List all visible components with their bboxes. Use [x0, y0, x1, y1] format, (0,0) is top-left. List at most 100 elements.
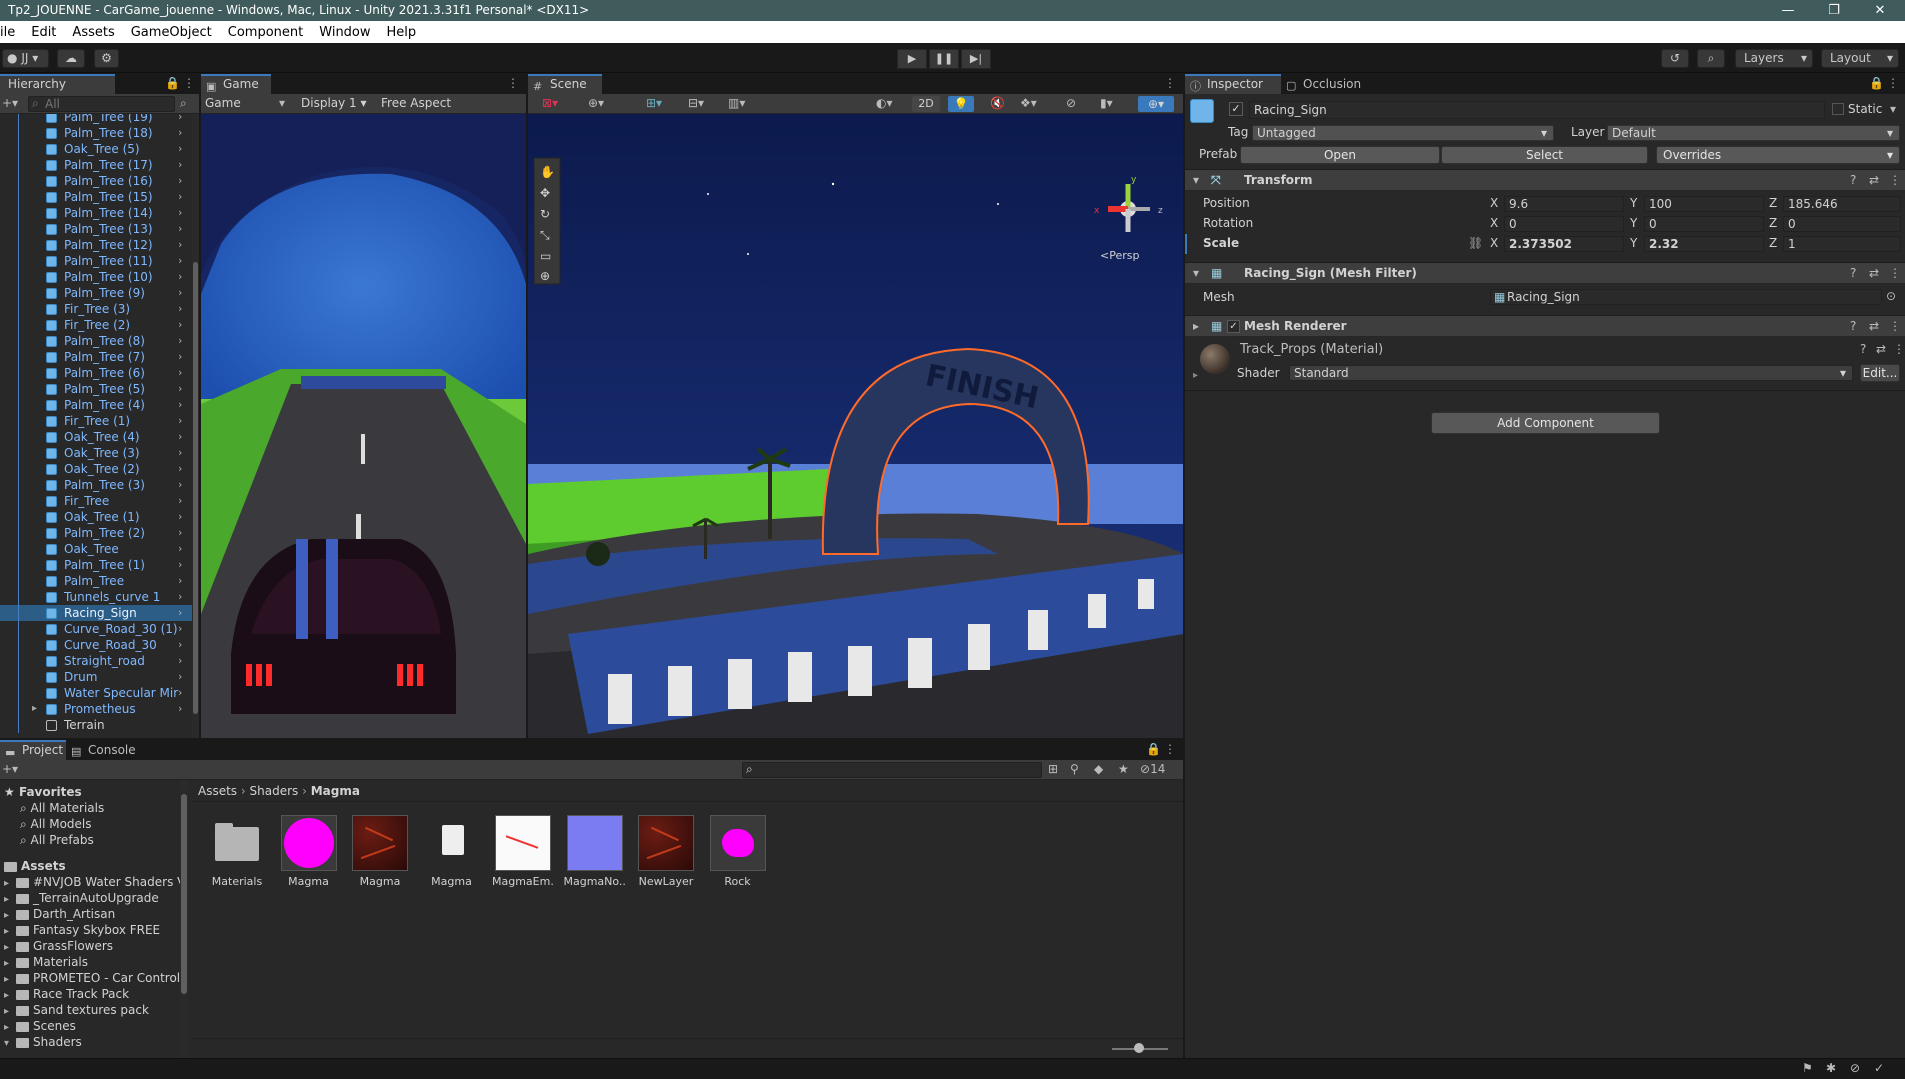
position-z-field[interactable]: 185.646 — [1783, 196, 1901, 212]
asset-item[interactable]: MagmaEm... — [492, 815, 554, 888]
foldout-icon[interactable]: ▾ — [1193, 170, 1199, 191]
display-dropdown[interactable]: Display 1 ▾ — [301, 96, 367, 110]
mesh-renderer-enabled-checkbox[interactable]: ✓ — [1227, 320, 1240, 333]
foldout-icon[interactable]: ▸ — [1193, 370, 1198, 381]
persp-label[interactable]: <Persp — [1100, 249, 1139, 262]
hierarchy-item[interactable]: Racing_Sign › — [0, 605, 192, 621]
chevron-right-icon[interactable]: › — [178, 413, 182, 429]
chevron-right-icon[interactable]: › — [178, 125, 182, 141]
add-icon[interactable]: +▾ — [2, 96, 18, 110]
favorite-all-materials[interactable]: ⌕ All Materials — [20, 800, 104, 816]
lock-icon[interactable]: 🔒 — [165, 76, 180, 90]
camera-icon[interactable]: ▮▾ — [1100, 96, 1113, 110]
chevron-down-icon[interactable]: ▾ — [1890, 102, 1896, 116]
asset-item[interactable]: Magma — [278, 815, 340, 888]
position-x-field[interactable]: 9.6 — [1504, 196, 1624, 212]
asset-item[interactable]: MagmaNo... — [564, 815, 626, 888]
add-icon[interactable]: +▾ — [2, 762, 18, 776]
network-icon[interactable]: ⊘ — [1850, 1061, 1860, 1075]
tab-game[interactable]: ▣ Game — [201, 74, 271, 94]
menu-component[interactable]: Component — [220, 25, 311, 40]
project-folder[interactable]: ▸ GrassFlowers — [4, 938, 113, 954]
breadcrumb-shaders[interactable]: Shaders — [250, 784, 299, 798]
more-icon[interactable]: ⋮ — [1889, 170, 1901, 191]
hierarchy-item[interactable]: Curve_Road_30 (1) › — [0, 621, 192, 637]
preset-icon[interactable]: ⇄ — [1869, 170, 1879, 191]
toggle-2d-button[interactable]: 2D — [912, 96, 940, 112]
help-icon[interactable]: ? — [1850, 170, 1856, 191]
rotation-x-field[interactable]: 0 — [1504, 216, 1624, 232]
chevron-right-icon[interactable]: › — [178, 365, 182, 381]
hierarchy-item[interactable]: Palm_Tree (17) › — [0, 157, 192, 173]
chevron-right-icon[interactable]: › — [178, 381, 182, 397]
project-folder[interactable]: ▸ _TerrainAutoUpgrade — [4, 890, 159, 906]
hierarchy-item[interactable]: Palm_Tree (1) › — [0, 557, 192, 573]
chevron-right-icon[interactable]: › — [178, 589, 182, 605]
hierarchy-item[interactable]: Palm_Tree (19) › — [0, 114, 192, 125]
hierarchy-item[interactable]: Palm_Tree (9) › — [0, 285, 192, 301]
scrollbar-thumb[interactable] — [193, 262, 198, 714]
layout-dropdown[interactable]: Layout ▾ — [1821, 49, 1899, 68]
chevron-right-icon[interactable]: › — [178, 557, 182, 573]
hierarchy-item[interactable]: Palm_Tree (13) › — [0, 221, 192, 237]
hierarchy-item[interactable]: Palm_Tree (4) › — [0, 397, 192, 413]
more-icon[interactable]: ⋮ — [1887, 76, 1899, 90]
chevron-right-icon[interactable]: › — [178, 461, 182, 477]
asset-item[interactable]: NewLayer — [635, 815, 697, 888]
chevron-right-icon[interactable]: › — [178, 253, 182, 269]
tab-inspector[interactable]: ⓘ Inspector — [1185, 74, 1281, 94]
favorite-all-prefabs[interactable]: ⌕ All Prefabs — [20, 832, 94, 848]
tab-hierarchy[interactable]: Hierarchy — [0, 74, 115, 94]
link-icon[interactable]: ⛓ — [1468, 236, 1483, 250]
hierarchy-item[interactable]: Oak_Tree (3) › — [0, 445, 192, 461]
add-component-button[interactable]: Add Component — [1431, 412, 1660, 434]
open-prefab-button[interactable]: Open — [1240, 146, 1440, 164]
hierarchy-item[interactable]: Water Specular Mir › — [0, 685, 192, 701]
preset-icon[interactable]: ⇄ — [1869, 263, 1879, 284]
mesh-field[interactable]: ▦ Racing_Sign — [1490, 289, 1882, 305]
hierarchy-search-input[interactable]: ⌕ All — [28, 96, 175, 112]
shading-icon[interactable]: ◐▾ — [876, 96, 893, 110]
chevron-right-icon[interactable]: › — [178, 685, 182, 701]
hierarchy-item[interactable]: Palm_Tree (16) › — [0, 173, 192, 189]
hierarchy-item[interactable]: Oak_Tree (4) › — [0, 429, 192, 445]
object-picker-icon[interactable]: ⊙ — [1886, 289, 1896, 303]
project-folder[interactable]: ▸ Materials — [4, 954, 88, 970]
hierarchy-item[interactable]: Palm_Tree (3) › — [0, 477, 192, 493]
pause-button[interactable]: ❚❚ — [929, 49, 959, 69]
menu-file[interactable]: ile — [0, 25, 23, 40]
asset-item[interactable]: Magma — [349, 815, 411, 888]
chevron-right-icon[interactable]: › — [178, 653, 182, 669]
more-icon[interactable]: ⋮ — [507, 76, 519, 90]
debug-icon[interactable]: ✱ — [1826, 1061, 1836, 1075]
foldout-icon[interactable]: ▾ — [1193, 263, 1199, 284]
shader-dropdown[interactable]: Standard ▾ — [1289, 365, 1853, 381]
rotation-z-field[interactable]: 0 — [1783, 216, 1901, 232]
foldout-icon[interactable]: ▾ — [4, 1036, 16, 1052]
position-y-field[interactable]: 100 — [1644, 196, 1764, 212]
more-icon[interactable]: ⋮ — [1893, 342, 1905, 356]
breadcrumb-magma[interactable]: Magma — [311, 784, 360, 798]
select-prefab-button[interactable]: Select — [1441, 146, 1648, 164]
maximize-icon[interactable]: ❐ — [1811, 0, 1857, 21]
star-icon[interactable]: ★ — [1118, 762, 1129, 776]
chevron-right-icon[interactable]: › — [178, 301, 182, 317]
search-type-icon[interactable]: ⊞ — [1048, 762, 1058, 776]
mesh-renderer-header[interactable]: ▸ ▦ ✓ Mesh Renderer ? ⇄ ⋮ — [1185, 315, 1905, 337]
step-button[interactable]: ▶| — [961, 49, 991, 69]
hierarchy-item[interactable]: Palm_Tree (8) › — [0, 333, 192, 349]
chevron-right-icon[interactable]: › — [178, 333, 182, 349]
more-icon[interactable]: ⋮ — [1164, 742, 1176, 756]
active-checkbox[interactable]: ✓ — [1229, 102, 1243, 116]
lock-icon[interactable]: 🔒 — [1869, 76, 1884, 90]
cloud-icon[interactable]: ☁ — [57, 49, 85, 68]
layers-dropdown[interactable]: Layers ▾ — [1735, 49, 1813, 68]
asset-item[interactable]: Rock — [707, 815, 769, 888]
hierarchy-item[interactable]: Oak_Tree (5) › — [0, 141, 192, 157]
project-folder[interactable]: ▸ #NVJOB Water Shaders V — [4, 874, 185, 890]
more-icon[interactable]: ⋮ — [183, 76, 195, 90]
chevron-right-icon[interactable]: › — [178, 429, 182, 445]
project-folder[interactable]: ▾ Shaders — [4, 1034, 82, 1050]
menu-edit[interactable]: Edit — [23, 25, 64, 40]
menu-gameobject[interactable]: GameObject — [123, 25, 220, 40]
